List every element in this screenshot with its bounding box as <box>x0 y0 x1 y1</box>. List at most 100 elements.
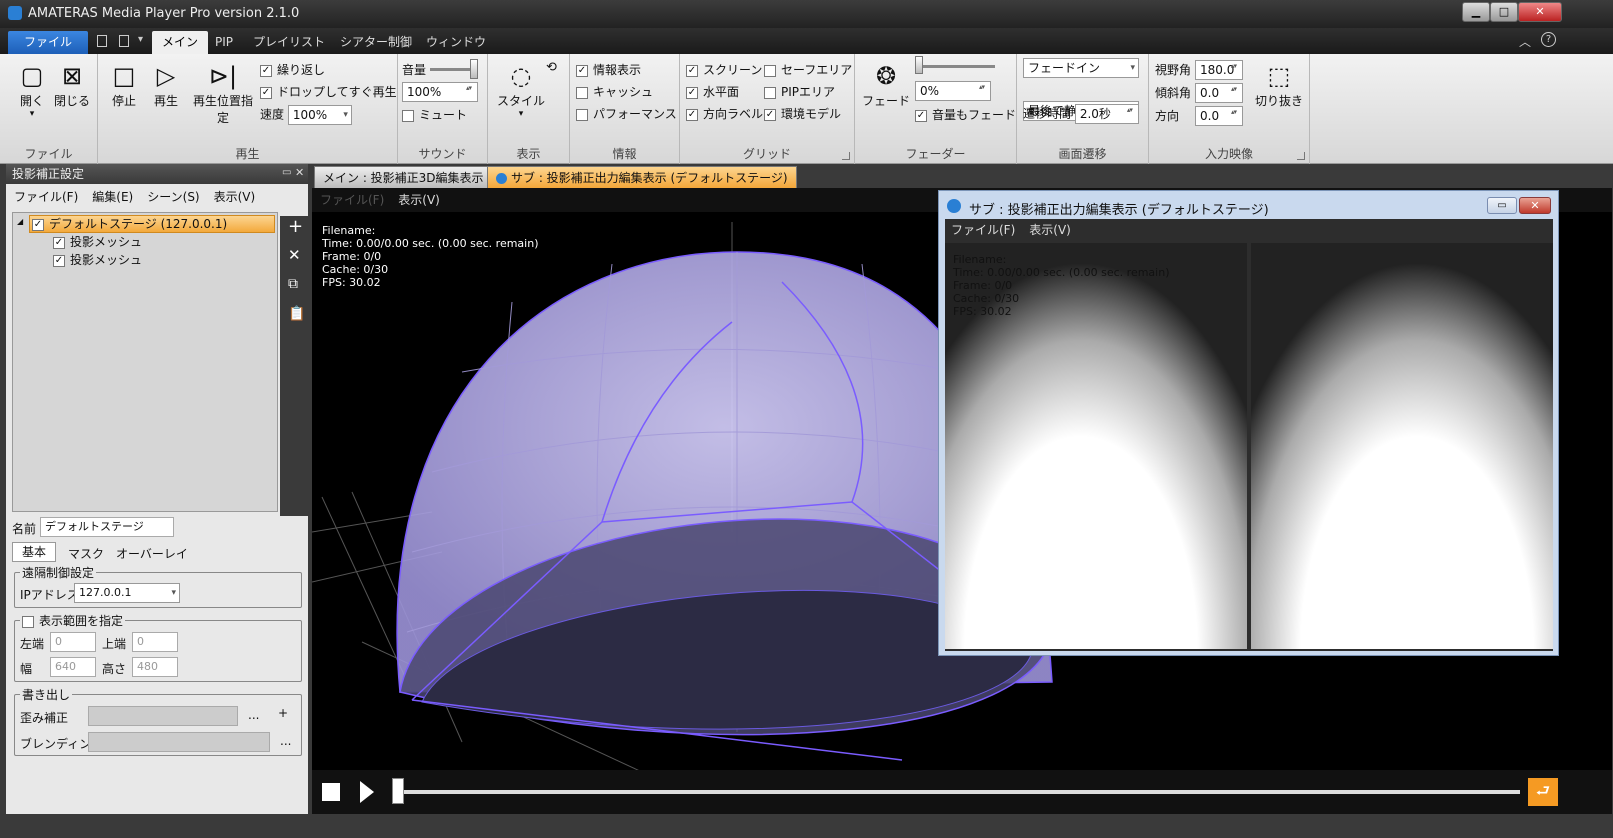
delete-icon[interactable]: ✕ <box>288 246 301 264</box>
warp-add-icon[interactable]: + <box>278 706 288 720</box>
ribbon-collapse-icon[interactable]: ︿ <box>1519 33 1531 50</box>
return-icon[interactable]: ⮐ <box>1528 778 1558 806</box>
fade-in-select[interactable]: フェードイン <box>1023 58 1139 78</box>
volume-slider-thumb[interactable] <box>470 59 478 79</box>
transport-stop-icon[interactable] <box>322 783 340 801</box>
tab-basic[interactable]: 基本 <box>12 542 56 562</box>
tab-window[interactable]: ウィンドウ <box>416 31 496 54</box>
range-legend[interactable]: 表示範囲を指定 <box>20 612 126 629</box>
panel-menu: ファイル(F) 編集(E) シーン(S) 表示(V) <box>14 186 269 208</box>
tab-overlay[interactable]: オーバーレイ <box>116 545 188 562</box>
name-field[interactable]: デフォルトステージ <box>40 517 174 537</box>
mute-checkbox[interactable]: ミュート <box>402 106 467 123</box>
menu-file[interactable]: ファイル(F) <box>14 190 78 204</box>
ip-select[interactable]: 127.0.0.1 <box>74 583 180 603</box>
drop-play-checkbox[interactable]: ✓ ドロップしてすぐ再生 <box>260 83 397 100</box>
quick-doc-icon[interactable] <box>119 35 129 47</box>
stop-button[interactable]: □ 停止 <box>106 62 142 109</box>
group-label-file: ファイル <box>24 147 73 161</box>
menu-edit[interactable]: 編集(E) <box>92 190 133 204</box>
refresh-icon[interactable]: ⟲ <box>546 60 557 75</box>
sub-output-right[interactable] <box>1251 243 1553 649</box>
speed-select[interactable]: 100% <box>287 105 352 125</box>
volume-spinner[interactable]: 100% <box>402 82 478 102</box>
tilt-row: 傾斜角 0.0 <box>1155 83 1243 103</box>
left-field[interactable]: 0 <box>50 632 96 652</box>
seek-thumb[interactable] <box>392 778 404 804</box>
sub-menu-view[interactable]: 表示(V) <box>1029 223 1071 237</box>
copy-icon[interactable]: ⧉ <box>288 276 298 292</box>
horizontal-checkbox[interactable]: ✓ 水平面 <box>686 83 739 100</box>
doc-tab-sub[interactable]: サブ : 投影補正出力編集表示 (デフォルトステージ) <box>487 166 797 188</box>
tab-mask[interactable]: マスク <box>68 545 104 562</box>
loop-checkbox[interactable]: ✓ 繰り返し <box>260 61 325 78</box>
paste-icon[interactable]: 📋 <box>288 306 305 322</box>
tab-playlist[interactable]: プレイリスト <box>243 31 335 54</box>
maximize-button[interactable]: □ <box>1490 2 1518 22</box>
crop-button[interactable]: ⬚ 切り抜き <box>1253 62 1305 109</box>
warp-field[interactable] <box>88 706 238 726</box>
env-model-checkbox[interactable]: ✓ 環境モデル <box>764 105 841 122</box>
close-button[interactable]: ✕ <box>1518 2 1562 22</box>
play-button[interactable]: ▷ 再生 <box>148 62 184 109</box>
input-dialog-launcher-icon[interactable] <box>1297 152 1305 160</box>
cache-checkbox[interactable]: キャッシュ <box>576 83 653 100</box>
menu-view[interactable]: 表示(V) <box>214 190 256 204</box>
pip-area-check-icon <box>764 86 776 99</box>
mesh1-check-icon: ✓ <box>53 236 65 249</box>
viewport-menu-file[interactable]: ファイル(F) <box>320 193 384 207</box>
group-info: ✓ 情報表示 キャッシュ パフォーマンス 情報 <box>570 54 680 164</box>
sub-menu-file[interactable]: ファイル(F) <box>951 223 1015 237</box>
blend-field[interactable] <box>88 732 270 752</box>
tree-expand-icon[interactable]: ◢ <box>17 217 23 226</box>
tree-root-item[interactable]: ✓ デフォルトステージ (127.0.0.1) <box>29 215 275 233</box>
help-icon[interactable]: ? <box>1541 32 1556 47</box>
height-field[interactable]: 480 <box>132 657 178 677</box>
pip-area-checkbox[interactable]: PIPエリア <box>764 83 835 100</box>
direction-spinner[interactable]: 0.0 <box>1195 106 1243 126</box>
quick-access-dropdown-icon[interactable]: ▾ <box>138 34 143 45</box>
tree-item-mesh-2[interactable]: ✓ 投影メッシュ <box>53 252 142 268</box>
direction-label-checkbox[interactable]: ✓ 方向ラベル <box>686 105 763 122</box>
tab-file[interactable]: ファイル <box>8 31 88 54</box>
tilt-spinner[interactable]: 0.0 <box>1195 83 1243 103</box>
close-file-button[interactable]: ⊠ 閉じる <box>52 62 92 109</box>
fade-slider[interactable] <box>917 65 995 68</box>
open-button[interactable]: ▢ 開く ▾ <box>14 62 50 119</box>
viewport-menu-view[interactable]: 表示(V) <box>398 193 440 207</box>
top-field[interactable]: 0 <box>132 632 178 652</box>
quick-save-icon[interactable] <box>97 35 107 47</box>
fade-slider-thumb[interactable] <box>915 56 923 74</box>
warp-browse-button[interactable]: ... <box>248 708 259 722</box>
blend-browse-button[interactable]: ... <box>280 734 291 748</box>
tab-theater[interactable]: シアター制御 <box>330 31 422 54</box>
screen-checkbox[interactable]: ✓ スクリーン <box>686 61 762 78</box>
seek-button[interactable]: ⊳| 再生位置指定 <box>188 62 258 126</box>
panel-float-icon[interactable]: ▭ <box>282 167 291 178</box>
fov-spinner[interactable]: 180.0 <box>1195 60 1243 80</box>
performance-checkbox[interactable]: パフォーマンス <box>576 105 677 122</box>
style-button[interactable]: ◌ スタイル ▾ <box>496 62 546 119</box>
sub-window-body: ファイル(F) 表示(V) Filename: Time: 0.00/0.00 se… <box>945 219 1553 651</box>
seek-bar[interactable] <box>398 790 1520 794</box>
minimize-button[interactable]: ▁ <box>1462 2 1490 22</box>
sub-restore-button[interactable]: ▭ <box>1487 197 1517 214</box>
doc-tab-main[interactable]: メイン : 投影補正3D編集表示 <box>314 166 493 188</box>
menu-scene[interactable]: シーン(S) <box>147 190 199 204</box>
transport-play-icon[interactable] <box>360 781 374 803</box>
width-field[interactable]: 640 <box>50 657 96 677</box>
tab-main[interactable]: メイン <box>152 31 209 54</box>
speed-row: 速度 100% <box>260 105 352 125</box>
info-show-checkbox[interactable]: ✓ 情報表示 <box>576 61 641 78</box>
tab-pip[interactable]: PIP <box>205 31 243 54</box>
grid-dialog-launcher-icon[interactable] <box>842 152 850 160</box>
safe-area-checkbox[interactable]: セーフエリア <box>764 61 852 78</box>
fade-button[interactable]: ❂ フェード <box>861 62 911 109</box>
add-icon[interactable]: + <box>288 216 303 237</box>
sub-close-button[interactable]: ✕ <box>1519 197 1551 214</box>
transition-time-spinner[interactable]: 2.0秒 <box>1074 104 1139 124</box>
panel-close-icon[interactable]: ✕ <box>295 166 304 179</box>
volume-fade-checkbox[interactable]: ✓ 音量もフェード <box>915 106 1016 123</box>
fade-spinner[interactable]: 0% <box>915 81 991 101</box>
tree-item-mesh-1[interactable]: ✓ 投影メッシュ <box>53 234 142 250</box>
